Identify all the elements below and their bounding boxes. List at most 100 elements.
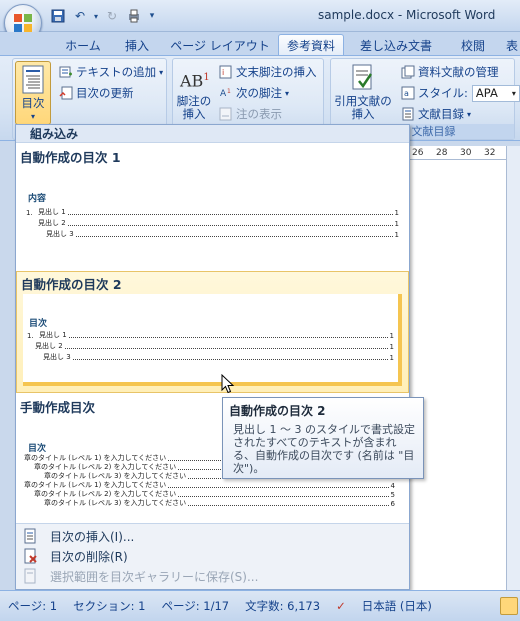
tab-table[interactable]: 表 (506, 34, 520, 56)
add-text-label: テキストの追加 (76, 65, 157, 79)
window-title: sample.docx - Microsoft Word (318, 8, 496, 22)
insert-toc-label: 目次の挿入(I)... (50, 529, 135, 544)
style-label: スタイル: (418, 86, 468, 100)
bibliography-label: 文献目録 (418, 107, 464, 121)
insert-endnote-button[interactable]: i 文末脚注の挿入 (219, 62, 317, 82)
ruler-tick: 26 (412, 148, 424, 158)
bibliography-dropdown-icon: ▾ (467, 109, 472, 119)
tab-home[interactable]: ホーム (58, 34, 108, 56)
footnote-icon: AB1 (180, 71, 210, 91)
show-notes-button[interactable]: 注の表示 (219, 104, 282, 124)
redo-icon[interactable]: ↻ (102, 6, 122, 26)
preview-line: 見出し 31 (43, 353, 394, 362)
toc-dropdown-icon: ▾ (30, 112, 35, 121)
status-word-count[interactable]: 文字数: 6,173 (237, 598, 328, 614)
add-text-dropdown-icon: ▾ (159, 67, 164, 77)
style-dropdown-icon: ▾ (511, 88, 516, 98)
save-selection-icon (24, 568, 36, 584)
toc-button[interactable]: 目次 ▾ (15, 61, 51, 125)
insert-toc-menu-item[interactable]: 目次の挿入(I)... (16, 526, 409, 546)
gallery-item-title: 自動作成の目次 1 (20, 150, 121, 165)
customize-icon[interactable]: ▾ (146, 6, 158, 26)
horizontal-ruler: 26 28 30 32 34 (410, 146, 520, 160)
save-icon[interactable] (48, 6, 68, 26)
bibliography-button[interactable]: 文献目録 ▾ (401, 104, 471, 124)
manage-sources-button[interactable]: 資料文献の管理 (401, 62, 499, 82)
update-toc-label: 目次の更新 (76, 86, 134, 100)
next-footnote-button[interactable]: A1 次の脚注 ▾ (219, 83, 289, 103)
vertical-scrollbar[interactable] (506, 146, 520, 590)
bibliography-icon (402, 107, 414, 121)
insert-footnote-button[interactable]: AB1 脚注の 挿入 (175, 63, 213, 121)
gallery-item-auto-toc-1[interactable]: 自動作成の目次 1 内容 1. 見出し 11 見出し 21 見出し 31 (16, 145, 409, 269)
show-notes-label: 注の表示 (236, 107, 282, 121)
add-text-icon (59, 66, 72, 78)
tab-mailings[interactable]: 差し込み文書 (354, 34, 438, 56)
quick-access-toolbar: ↶ ▾ ↻ ▾ (48, 6, 158, 26)
save-selection-menu-item[interactable]: 選択範囲を目次ギャラリーに保存(S)... (16, 566, 409, 586)
status-language[interactable]: 日本語 (日本) (354, 598, 440, 614)
save-selection-label: 選択範囲を目次ギャラリーに保存(S)... (50, 569, 259, 584)
add-text-button[interactable]: テキストの追加 ▾ (59, 62, 163, 82)
svg-text:A: A (220, 89, 227, 99)
tab-review[interactable]: 校閲 (448, 34, 498, 56)
remove-toc-label: 目次の削除(R) (50, 549, 128, 564)
tooltip-title: 自動作成の目次 2 (229, 404, 326, 418)
print-layout-view-icon[interactable] (500, 597, 518, 615)
show-notes-icon (219, 107, 232, 121)
style-selector[interactable]: a スタイル: APA ▾ (401, 83, 520, 103)
remove-toc-menu-item[interactable]: 目次の削除(R) (16, 546, 409, 566)
next-footnote-icon: A1 (220, 88, 231, 99)
status-page-count[interactable]: ページ: 1/17 (153, 598, 237, 614)
update-toc-icon (59, 86, 73, 100)
tab-page-layout[interactable]: ページ レイアウト (170, 34, 270, 56)
status-page[interactable]: ページ: 1 (0, 598, 65, 614)
style-dropdown[interactable]: APA ▾ (471, 84, 520, 102)
style-value: APA (475, 86, 498, 100)
insert-citation-button[interactable]: 引用文献の 挿入 (333, 63, 393, 121)
gallery-item-auto-toc-2[interactable]: 自動作成の目次 2 目次 1. 見出し 11 見出し 21 見出し 31 (16, 271, 409, 393)
insert-endnote-label: 文末脚注の挿入 (236, 65, 317, 79)
document-page[interactable] (410, 160, 506, 590)
toc-icon (22, 65, 44, 94)
preview-line: 章のタイトル (レベル 3) を入力してください 6 (44, 499, 395, 508)
preview-line: 1. 見出し 11 (26, 208, 399, 217)
citation-icon (352, 64, 373, 90)
preview-heading: 目次 (29, 319, 48, 329)
insert-footnote-label: 脚注の 挿入 (176, 94, 212, 121)
ruler-tick: 32 (484, 148, 496, 158)
remove-toc-icon (24, 548, 37, 564)
gallery-item-preview: 目次 1. 見出し 11 見出し 21 見出し 31 (23, 294, 402, 386)
preview-line: 見出し 21 (35, 342, 394, 351)
proofing-icon[interactable]: ✓ (328, 599, 354, 613)
next-footnote-dropdown-icon: ▾ (285, 88, 290, 98)
office-logo-icon (14, 14, 32, 32)
status-section[interactable]: セクション: 1 (65, 598, 153, 614)
svg-text:i: i (222, 68, 224, 77)
status-bar: ページ: 1 セクション: 1 ページ: 1/17 文字数: 6,173 ✓ 日… (0, 590, 520, 621)
mouse-cursor-icon (221, 374, 235, 394)
gallery-footer-menu: 目次の挿入(I)... 目次の削除(R) 選択範囲を目次ギャラリーに保存(S).… (16, 523, 409, 589)
insert-citation-label: 引用文献の 挿入 (334, 94, 392, 121)
ruler-tick: 30 (460, 148, 472, 158)
undo-icon[interactable]: ↶ (70, 6, 90, 26)
manage-sources-icon (401, 65, 415, 79)
svg-text:1: 1 (227, 88, 231, 95)
tab-insert[interactable]: 挿入 (112, 34, 162, 56)
tooltip: 自動作成の目次 2 見出し 1 〜 3 のスタイルで書式設定されたすべてのテキス… (222, 397, 424, 479)
preview-line: 1. 見出し 11 (27, 331, 394, 340)
gallery-item-title: 自動作成の目次 2 (21, 277, 122, 292)
tooltip-body: 見出し 1 〜 3 のスタイルで書式設定されたすべてのテキストが含まれる、自動作… (233, 423, 415, 475)
next-footnote-label: 次の脚注 (236, 86, 282, 100)
manage-sources-label: 資料文献の管理 (418, 65, 499, 79)
ruler-tick: 28 (436, 148, 448, 158)
toc-gallery: 組み込み 自動作成の目次 1 内容 1. 見出し 11 見出し 21 見出し 31… (15, 124, 410, 590)
toc-button-label: 目次 (21, 96, 45, 110)
update-toc-button[interactable]: 目次の更新 (59, 83, 134, 103)
tab-references[interactable]: 参考資料 (278, 34, 344, 56)
undo-dropdown-icon[interactable]: ▾ (92, 6, 100, 26)
preview-heading: 内容 (28, 194, 47, 204)
ribbon-tabs: ホーム 挿入 ページ レイアウト 参考資料 差し込み文書 校閲 表 (0, 32, 520, 56)
print-icon[interactable] (124, 6, 144, 26)
style-icon: a (401, 86, 415, 100)
